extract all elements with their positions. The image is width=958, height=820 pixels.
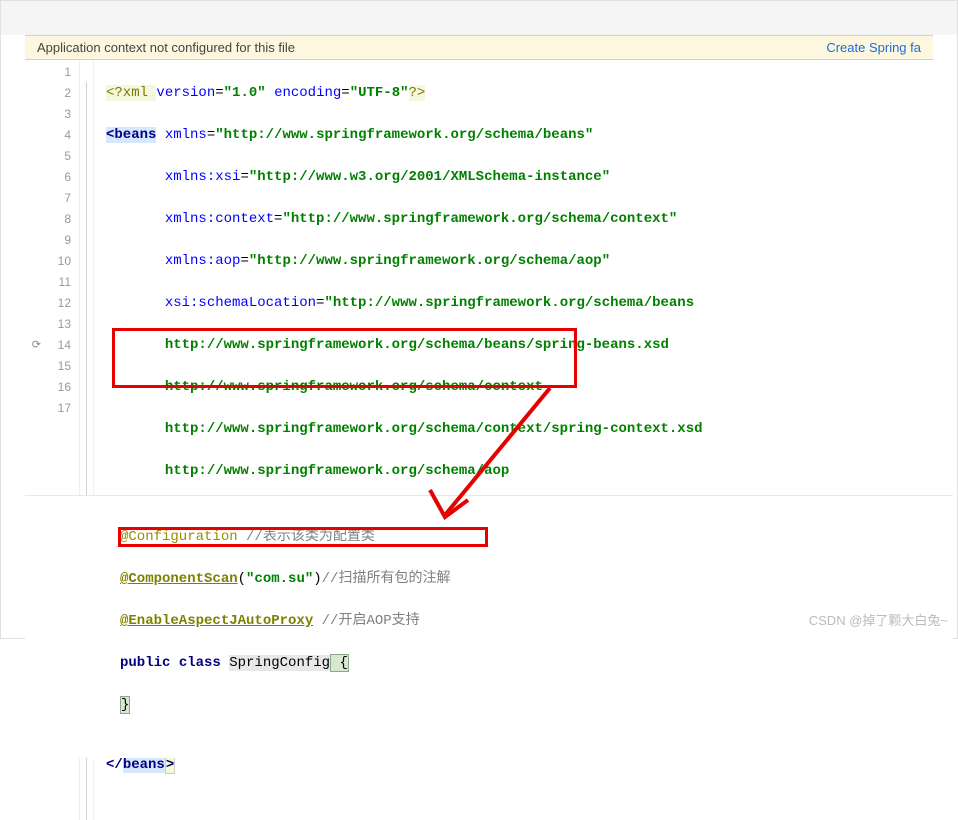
line-number: 2: [25, 83, 71, 104]
line-number: 6: [25, 167, 71, 188]
watermark: CSDN @掉了颗大白兔~: [809, 610, 948, 629]
componentscan-annotation: @ComponentScan: [120, 571, 238, 587]
class-name: SpringConfig: [229, 655, 330, 671]
enableaspectj-annotation: @EnableAspectJAutoProxy: [120, 613, 313, 629]
beans-tag: <beans: [106, 127, 156, 143]
configuration-annotation: @Configuration: [120, 529, 238, 545]
bean-gutter-icon[interactable]: ⟳: [27, 335, 41, 349]
line-number: 16: [25, 377, 71, 398]
line-number: 8: [25, 209, 71, 230]
line-number: 4: [25, 125, 71, 146]
caret-position: >: [165, 756, 175, 774]
line-number: 15: [25, 356, 71, 377]
line-number: 10: [25, 251, 71, 272]
line-number: 1: [25, 62, 71, 83]
line-number: 7: [25, 188, 71, 209]
line-number: 11: [25, 272, 71, 293]
line-number: 17: [25, 398, 71, 419]
line-number: 3: [25, 104, 71, 125]
line-number: 12: [25, 293, 71, 314]
xml-decl: <?xml: [106, 85, 156, 101]
line-number: 13: [25, 314, 71, 335]
line-number: 9: [25, 230, 71, 251]
line-number: 5: [25, 146, 71, 167]
